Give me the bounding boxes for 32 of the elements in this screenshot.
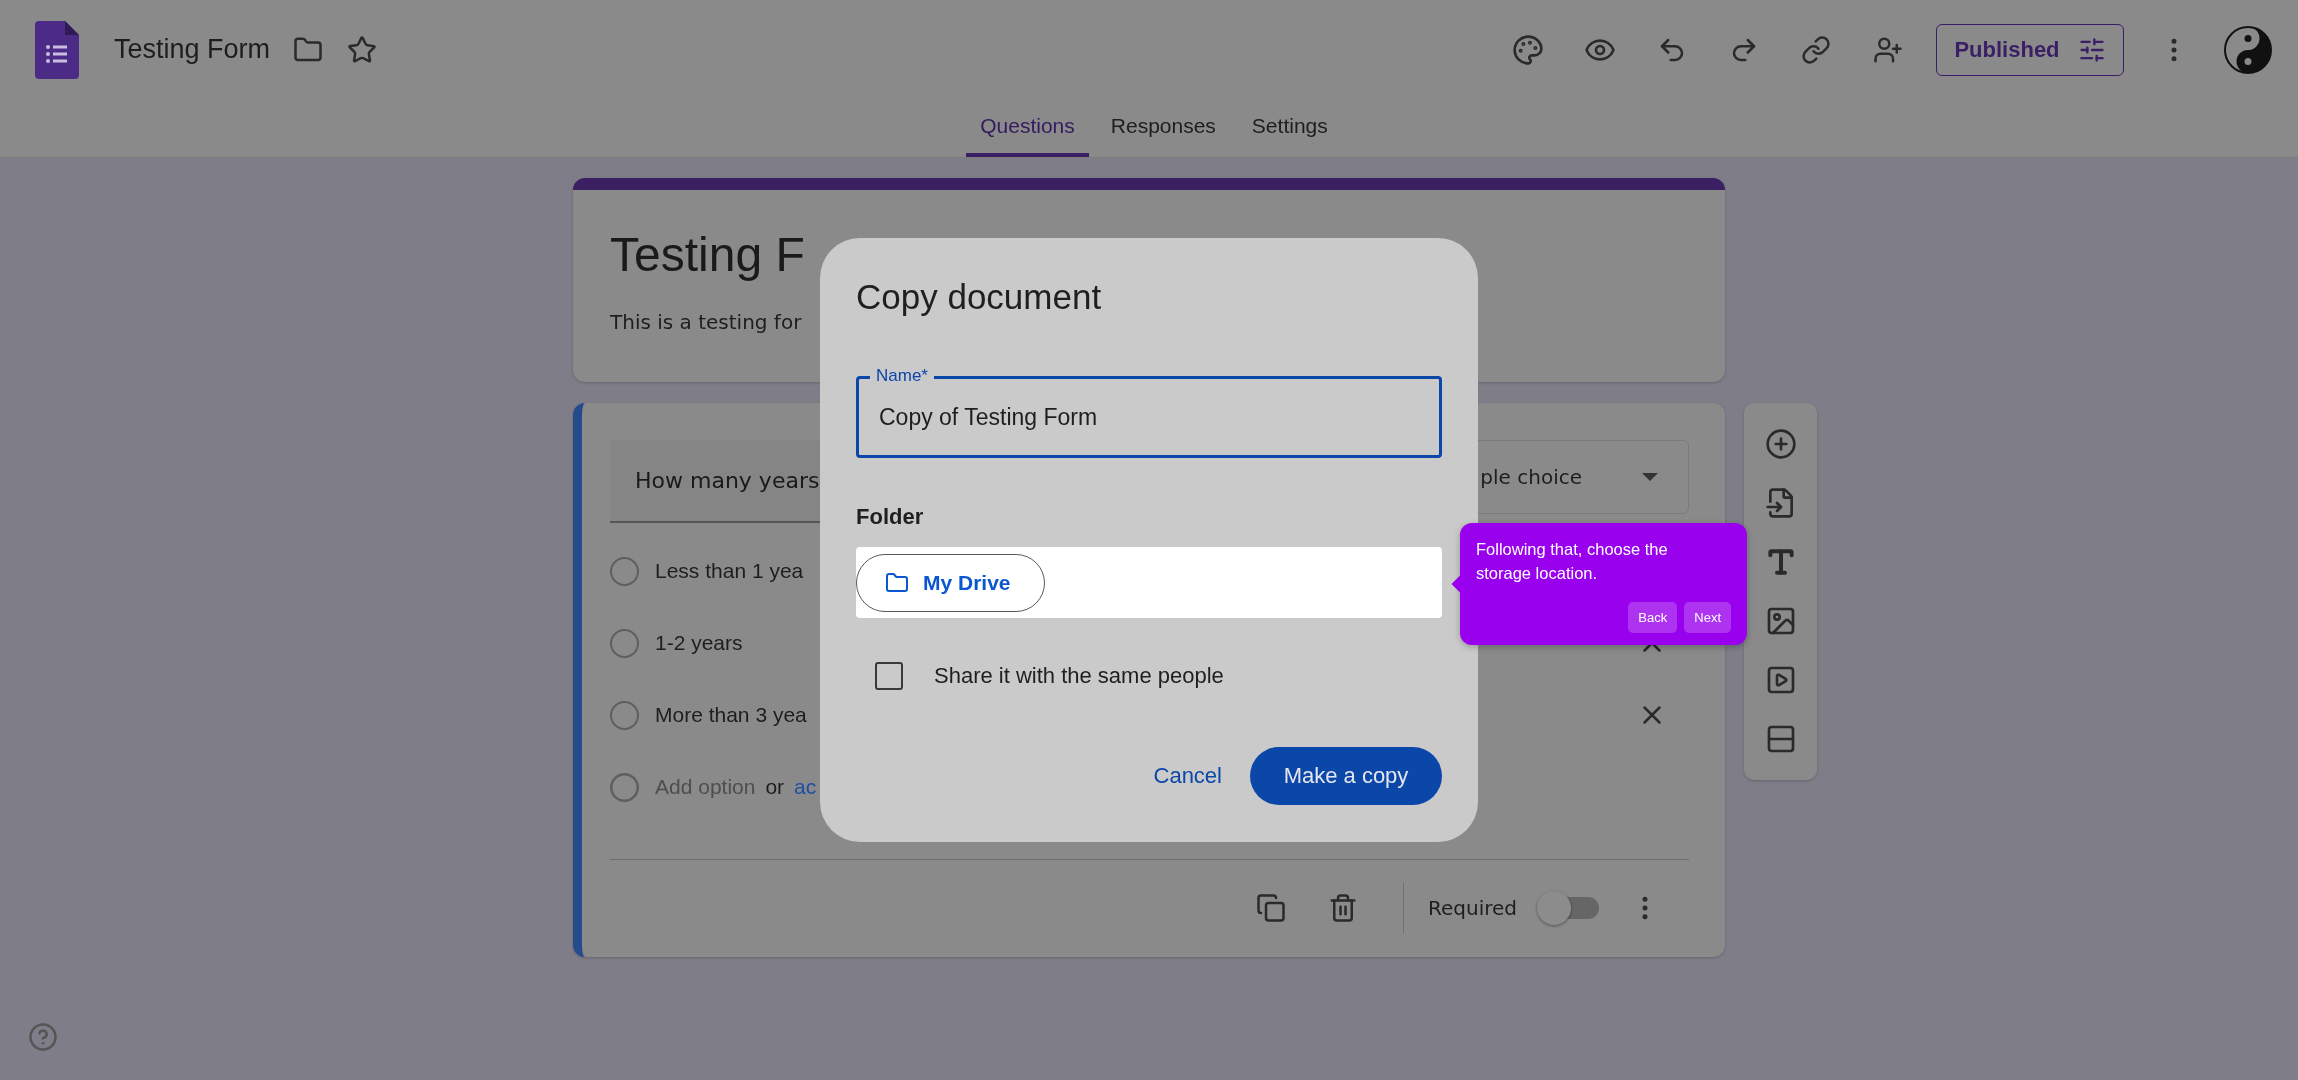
sliders-icon	[2077, 35, 2106, 64]
folder-label: Folder	[856, 504, 925, 530]
folder-icon	[885, 570, 909, 595]
circle-icon	[610, 772, 639, 802]
share-label: Share it with the same people	[934, 663, 1224, 689]
or-text: or	[765, 775, 785, 799]
required-label: Required	[1428, 896, 1517, 920]
dialog-title: Copy document	[856, 276, 1103, 318]
form-title: Testing F	[610, 227, 805, 283]
required-toggle[interactable]	[1537, 891, 1599, 925]
tab[interactable]: Settings	[1237, 99, 1342, 157]
checkbox[interactable]	[875, 662, 903, 690]
published-button[interactable]: Published	[1936, 23, 2124, 76]
option-label[interactable]: Less than 1 yea	[655, 559, 804, 583]
radio-button[interactable]	[610, 556, 639, 586]
option-label[interactable]: 1-2 years	[655, 631, 743, 655]
back-button[interactable]: Back	[1628, 602, 1678, 633]
dropdown-caret-icon	[1642, 473, 1658, 481]
radio-button[interactable]	[610, 700, 639, 730]
tab[interactable]: Questions	[966, 99, 1089, 157]
form-description: This is a testing for	[610, 310, 802, 334]
document-title: Testing Form	[114, 34, 271, 65]
tooltip-text: Following that, choose the storage location.	[1476, 539, 1669, 584]
make-copy-button[interactable]: Make a copy	[1250, 747, 1442, 805]
next-button[interactable]: Next	[1684, 602, 1731, 633]
avatar[interactable]	[2224, 25, 2272, 74]
tab[interactable]: Responses	[1096, 99, 1230, 157]
folder-chip[interactable]: My Drive	[856, 553, 1045, 612]
cancel-button[interactable]: Cancel	[1153, 753, 1222, 799]
option-label[interactable]: More than 3 yea	[655, 703, 807, 727]
radio-button[interactable]	[610, 628, 639, 658]
forms-logo	[35, 20, 79, 79]
